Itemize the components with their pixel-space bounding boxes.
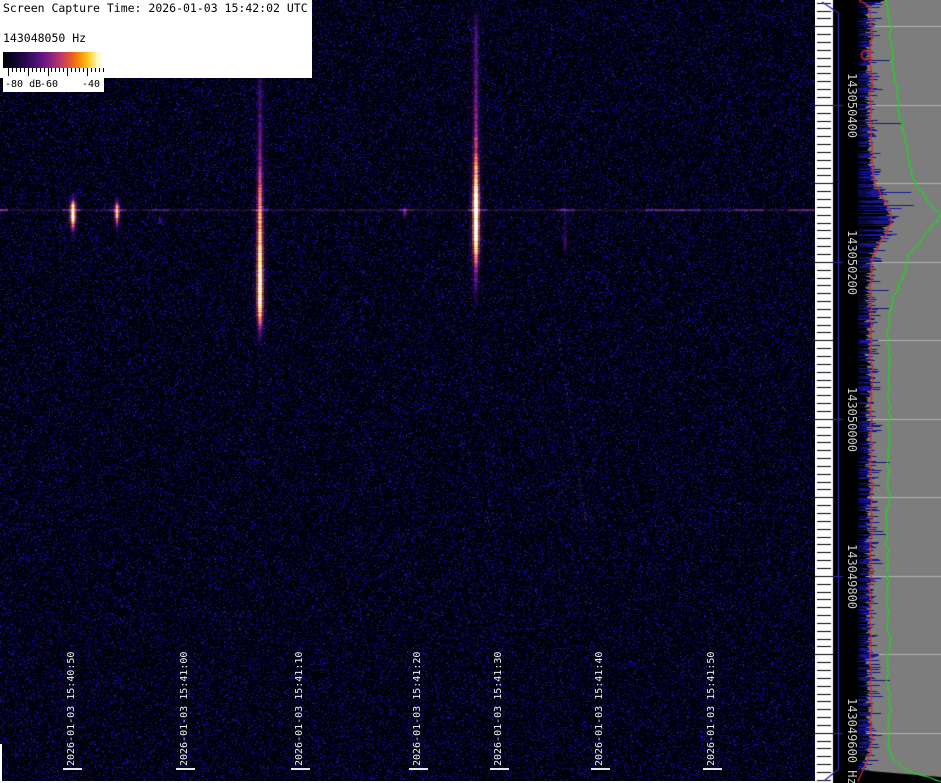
frequency-ruler-and-spectrum-panel-canvas [815,0,941,783]
colorbar-tick [11,68,13,72]
time-axis-label: 2026-01-03 15:41:40 [594,651,605,766]
colorbar-tick [8,68,9,76]
frequency-axis-label: 143050000 [845,386,859,452]
colorbar-tick [87,68,88,76]
colorbar-tick [98,68,100,72]
colorbar-tick [31,68,33,72]
time-axis-tick [409,768,428,770]
meteor-spectrogram-screen-capture: 2026-01-03 15:40:50 2026-01-03 15:41:00 20… [0,0,941,783]
time-axis-label: 2026-01-03 15:41:10 [294,651,305,766]
colorbar-label: -40 [82,79,101,90]
colorbar-tick [71,68,73,72]
colorbar-tick [94,68,96,72]
colorbar-tick [19,68,21,72]
time-axis-tick [703,768,722,770]
colorbar-tick [67,68,69,76]
colorbar-tick [102,68,104,72]
frequency-axis-label: 143049800 [845,543,859,609]
colorbar-tick [90,68,92,72]
time-axis-label: 2026-01-03 15:40:50 [66,651,77,766]
colorbar-tick [51,68,53,72]
colorbar-tick [63,68,65,72]
colorbar-gradient [3,52,104,68]
capture-time-text: Screen Capture Time: 2026-01-03 15:42:02… [3,1,308,15]
time-axis-label: 2026-01-03 15:41:00 [179,651,190,766]
center-frequency-text: 143048050 Hz [3,31,87,45]
frequency-axis-label: 143049600 Hz [845,698,859,783]
colorbar-tick [79,68,81,72]
colorbar-tick [47,68,49,76]
spectrogram-waterfall-canvas [0,0,815,783]
colorbar-tick [15,68,17,72]
time-axis-label: 2026-01-03 15:41:20 [412,651,423,766]
colorbar-tick [23,68,25,72]
intensity-colorbar-legend: -80 dB -60 -40 [3,52,104,92]
colorbar-tick [83,68,85,72]
colorbar-tick [75,68,77,72]
window-border-left [0,744,2,783]
colorbar-tick [39,68,41,72]
time-axis-tick [176,768,195,770]
colorbar-tick [27,68,29,76]
frequency-axis-label: 143050200 [845,229,859,295]
time-axis-label: 2026-01-03 15:41:50 [706,651,717,766]
colorbar-label: -80 dB [5,79,42,90]
frequency-axis-label: 143050400 [845,72,859,138]
time-axis-tick [490,768,509,770]
time-axis-label: 2026-01-03 15:41:30 [493,651,504,766]
colorbar-tick [43,68,45,72]
colorbar-tick [55,68,57,72]
colorbar-tick [59,68,61,72]
time-axis-tick [63,768,82,770]
colorbar-label: -60 [40,79,59,90]
time-axis-tick [591,768,610,770]
time-axis-tick [291,768,310,770]
colorbar-tick [35,68,37,72]
colorbar-scale: -80 dB -60 -40 [3,68,104,92]
